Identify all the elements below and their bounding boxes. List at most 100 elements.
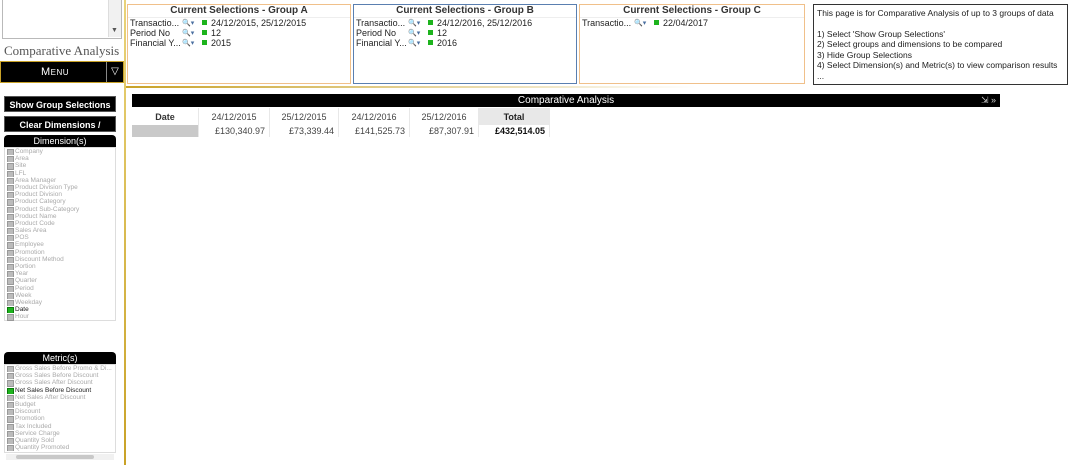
list-item[interactable]: Site xyxy=(5,162,115,170)
menu-label[interactable]: Menu xyxy=(1,62,109,82)
search-icon[interactable]: 🔍▾ xyxy=(634,19,646,29)
list-item[interactable]: Hour xyxy=(5,313,115,321)
page-title: Comparative Analysis xyxy=(4,43,120,58)
list-item[interactable]: Quarter xyxy=(5,277,115,285)
field-value: 24/12/2015, 25/12/2015 xyxy=(211,18,307,28)
list-item[interactable]: POS xyxy=(5,234,115,242)
chevron-down-icon[interactable]: ▽ xyxy=(106,62,123,82)
list-item[interactable]: Promotion xyxy=(5,415,115,423)
instruction-line: 4) Select Dimension(s) and Metric(s) to … xyxy=(817,60,1058,70)
selection-row: Period No 🔍▾ 12 xyxy=(354,28,576,38)
list-item[interactable]: Product Division Type xyxy=(5,184,115,192)
list-item-label: Area xyxy=(15,155,29,163)
instructions-box: This page is for Comparative Analysis of… xyxy=(813,4,1068,85)
list-item[interactable]: Quantity Sold xyxy=(5,437,115,445)
list-item[interactable]: Discount xyxy=(5,408,115,416)
list-item[interactable]: Tax Included xyxy=(5,423,115,430)
metrics-horizontal-scrollbar[interactable] xyxy=(6,454,114,460)
list-item-label: Week xyxy=(15,291,32,299)
list-item[interactable]: Budget xyxy=(5,401,115,409)
list-item[interactable]: Product Name xyxy=(5,213,115,220)
list-item[interactable]: Year xyxy=(5,270,115,278)
menu-dropdown[interactable]: Menu ▽ xyxy=(0,61,124,83)
scrollbar-thumb[interactable] xyxy=(16,455,94,459)
list-item-label: Promotion xyxy=(15,415,45,423)
list-item[interactable]: LFL xyxy=(5,170,115,177)
list-item[interactable]: Portion xyxy=(5,263,115,271)
list-item[interactable]: Product Code xyxy=(5,219,115,228)
clear-dimensions-metrics-button[interactable]: Clear Dimensions / Metrics xyxy=(4,116,116,146)
group-b-selections: Current Selections - Group B Transactio..… xyxy=(353,4,577,84)
metrics-list[interactable]: Gross Sales Before Promo & Di... Gross Sa… xyxy=(4,364,116,453)
field-name: Period No xyxy=(356,28,397,38)
divider xyxy=(124,0,126,465)
list-item-label: Product Name xyxy=(15,212,57,220)
list-item[interactable]: Area Manager xyxy=(5,177,115,184)
list-item[interactable]: Gross Sales Before Discount xyxy=(5,372,115,380)
row-header[interactable]: Date xyxy=(132,108,199,125)
field-value: 2016 xyxy=(437,38,458,48)
top-listbox[interactable]: ▼ xyxy=(2,0,122,39)
chevron-down-icon[interactable]: ▼ xyxy=(111,27,118,34)
maximize-icon[interactable]: ⇲ » xyxy=(981,94,996,107)
list-item[interactable]: Net Sales Before Discount xyxy=(5,387,115,394)
list-item[interactable]: Quantity Promoted xyxy=(5,444,115,452)
selection-row: Financial Y... 🔍▾ 2016 xyxy=(354,38,576,48)
list-item[interactable]: Promotion xyxy=(5,249,115,256)
list-item[interactable]: Gross Sales After Discount xyxy=(5,379,115,387)
list-item[interactable]: Product Sub-Category xyxy=(5,206,115,213)
list-item[interactable]: Sales Area xyxy=(5,227,115,235)
total-header[interactable]: Total xyxy=(478,108,550,125)
list-item-label: Product Division xyxy=(15,191,62,199)
pivot-title: Comparative Analysis xyxy=(517,95,615,106)
field-name: Financial Y... xyxy=(356,38,406,48)
comparative-analysis-header: Comparative Analysis ⇲ » xyxy=(132,94,1000,107)
dimensions-list[interactable]: Company Area Site LFL Area Manager Product Di… xyxy=(4,147,116,321)
column-header[interactable]: 25/12/2016 xyxy=(409,108,479,125)
instruction-line: 2) Select groups and dimensions to be co… xyxy=(817,39,1003,49)
column-header[interactable]: 24/12/2016 xyxy=(338,108,410,125)
column-header[interactable]: 24/12/2015 xyxy=(198,108,270,125)
instruction-line: 1) Select 'Show Group Selections' xyxy=(817,28,945,39)
selected-status-icon xyxy=(654,20,659,25)
list-item-label: Product Code xyxy=(15,219,55,227)
list-item[interactable]: Discount Method xyxy=(5,256,115,263)
list-item[interactable]: Employee xyxy=(5,241,115,249)
list-item-label: Gross Sales After Discount xyxy=(15,379,93,387)
metrics-header: Metric(s) xyxy=(4,352,116,364)
show-group-selections-button[interactable]: Show Group Selections xyxy=(4,96,116,112)
list-item-label: Site xyxy=(15,162,27,170)
field-value: 22/04/2017 xyxy=(663,18,709,28)
list-item-label: Tax Included xyxy=(15,422,52,430)
dimensions-header: Dimension(s) xyxy=(4,135,116,147)
list-item[interactable]: Product Category xyxy=(5,198,115,206)
column-header[interactable]: 25/12/2015 xyxy=(269,108,339,125)
list-item[interactable]: Period xyxy=(5,285,115,292)
search-icon[interactable]: 🔍▾ xyxy=(408,39,420,49)
list-item[interactable]: Weekday xyxy=(5,299,115,307)
list-item-label: Product Category xyxy=(15,198,66,206)
list-item-label: Year xyxy=(15,270,29,278)
list-item[interactable]: Service Charge xyxy=(5,430,115,437)
list-item-label: Discount Method xyxy=(15,255,64,263)
selected-status-icon xyxy=(202,20,207,25)
list-item[interactable]: Date xyxy=(5,306,115,314)
value-cell: £141,525.73 xyxy=(338,125,410,137)
field-name: Period No xyxy=(130,28,171,38)
instruction-line: This page is for Comparative Analysis of… xyxy=(817,8,1054,18)
list-item-label: Quantity Promoted xyxy=(15,444,70,452)
field-name: Financial Y... xyxy=(130,38,180,48)
list-item[interactable]: Gross Sales Before Promo & Di... xyxy=(5,365,115,373)
group-title: Current Selections - Group B xyxy=(354,5,576,18)
list-item[interactable]: Area xyxy=(5,155,115,163)
list-item[interactable]: Company xyxy=(5,148,115,156)
checkbox-icon[interactable] xyxy=(7,314,14,321)
list-item-label: Net Sales After Discount xyxy=(15,393,86,401)
list-item[interactable]: Net Sales After Discount xyxy=(5,394,115,401)
listbox-scrollbar[interactable]: ▼ xyxy=(108,0,121,37)
list-item-label: LFL xyxy=(15,169,27,177)
checkbox-icon[interactable] xyxy=(7,445,14,452)
search-icon[interactable]: 🔍▾ xyxy=(182,39,194,49)
list-item[interactable]: Week xyxy=(5,292,115,299)
list-item[interactable]: Product Division xyxy=(5,191,115,199)
